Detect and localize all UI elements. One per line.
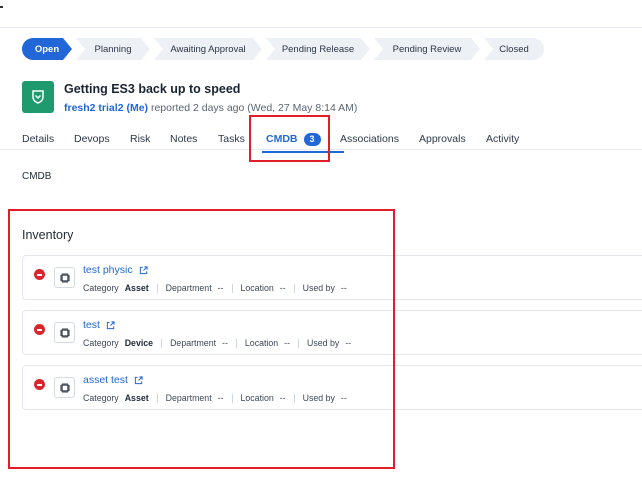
tab-risk[interactable]: Risk bbox=[130, 128, 170, 150]
top-dot bbox=[0, 6, 3, 8]
inventory-highlight bbox=[8, 209, 395, 469]
tab-activity[interactable]: Activity bbox=[486, 128, 536, 150]
cmdb-tab-highlight bbox=[249, 115, 330, 162]
status-pipeline: Open Planning Awaiting Approval Pending … bbox=[22, 38, 548, 60]
stage-pending-release[interactable]: Pending Release bbox=[266, 38, 370, 60]
tab-associations[interactable]: Associations bbox=[340, 128, 419, 150]
tab-devops[interactable]: Devops bbox=[74, 128, 130, 150]
stage-planning[interactable]: Planning bbox=[76, 38, 150, 60]
stage-closed[interactable]: Closed bbox=[484, 38, 544, 60]
tab-details[interactable]: Details bbox=[22, 128, 74, 150]
reporter-link[interactable]: fresh2 trial2 (Me) bbox=[64, 102, 148, 114]
stage-pending-review[interactable]: Pending Review bbox=[374, 38, 480, 60]
stage-open[interactable]: Open bbox=[22, 38, 72, 60]
tab-notes[interactable]: Notes bbox=[170, 128, 218, 150]
shield-icon bbox=[22, 81, 54, 113]
reported-text: reported 2 days ago (Wed, 27 May 8:14 AM… bbox=[150, 102, 358, 114]
ticket-meta: fresh2 trial2 (Me) reported 2 days ago (… bbox=[64, 102, 357, 114]
stage-awaiting-approval[interactable]: Awaiting Approval bbox=[154, 38, 262, 60]
ticket-title: Getting ES3 back up to speed bbox=[64, 82, 241, 96]
tab-approvals[interactable]: Approvals bbox=[419, 128, 486, 150]
section-label: CMDB bbox=[22, 171, 52, 182]
top-divider bbox=[0, 27, 642, 28]
